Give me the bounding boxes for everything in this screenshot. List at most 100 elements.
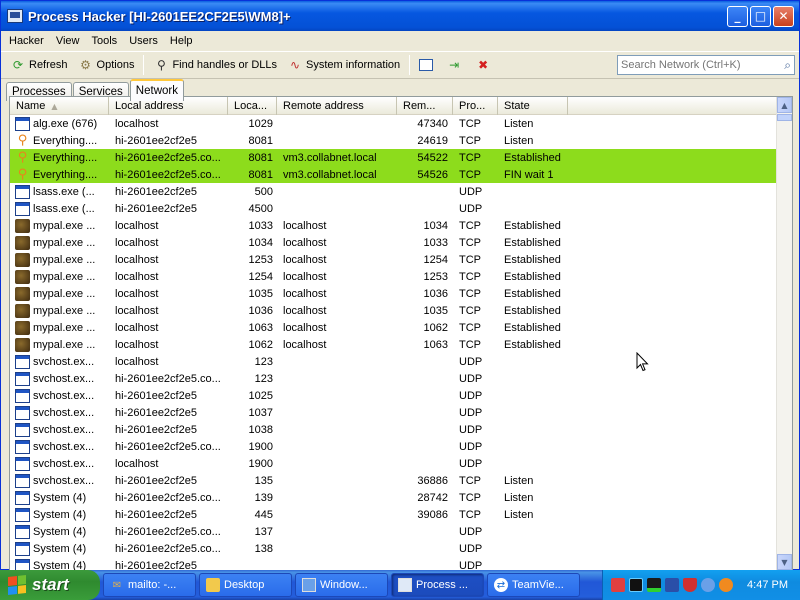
protocol-cell: TCP [459,253,481,266]
process-name: svchost.ex... [33,457,95,470]
close-button[interactable]: ✕ [773,5,794,27]
state-cell: Established [504,287,561,300]
table-row[interactable]: mypal.exe ... localhost 1063 localhost 1062 T… [10,319,777,336]
system-information-button[interactable]: ∿ System information [282,54,405,76]
table-row[interactable]: mypal.exe ... localhost 1035 localhost 1036 T… [10,285,777,302]
taskbar-item-teamviewer[interactable]: ⇄ TeamVie... [487,573,580,597]
process-name-cell: System (4) [10,557,109,570]
table-row[interactable]: System (4) hi-2601ee2cf2e5.co... 139 28742 T… [10,489,777,506]
table-row[interactable]: svchost.ex... hi-2601ee2cf2e5 1038 UDP [10,421,777,438]
table-row[interactable]: mypal.exe ... localhost 1253 localhost 1254 T… [10,251,777,268]
computer-icon [302,578,316,592]
scroll-down-icon[interactable]: ▼ [777,554,792,570]
maximize-button[interactable]: □ [750,5,771,27]
scroll-up-icon[interactable]: ▲ [777,97,792,113]
remote-port-cell: 54526 [417,168,448,181]
taskbar-item-mailto[interactable]: ✉ mailto: -... [103,573,196,597]
remote-address-cell: localhost [283,321,327,334]
table-row[interactable]: ⚲ Everything.... hi-2601ee2cf2e5.co... 8081… [10,166,777,183]
table-row[interactable]: svchost.ex... localhost 123 UDP [10,353,777,370]
protocol-cell: TCP [459,134,481,147]
tray-app-icon[interactable] [665,578,679,592]
minimize-button[interactable]: _ [727,5,748,27]
refresh-button[interactable]: ⟳ Refresh [5,54,73,76]
find-handles-button[interactable]: ⚲ Find handles or DLLs [148,54,282,76]
refresh-label: Refresh [29,59,68,71]
network-icon[interactable] [611,578,625,592]
table-row[interactable]: mypal.exe ... localhost 1254 localhost 1253 T… [10,268,777,285]
cpu-graph-icon[interactable] [647,578,661,592]
search-icon[interactable]: ⌕ [784,58,791,73]
local-port-cell: 4500 [248,202,273,215]
local-address-cell: localhost [115,355,159,368]
state-cell: FIN wait 1 [504,168,554,181]
column-header-name[interactable]: Name ▲ [10,97,109,115]
table-row[interactable]: svchost.ex... hi-2601ee2cf2e5 135 36886 TCP L… [10,472,777,489]
state-cell [498,387,578,404]
table-row[interactable]: System (4) hi-2601ee2cf2e5.co... 137 UDP [10,523,777,540]
table-row[interactable]: svchost.ex... hi-2601ee2cf2e5 1025 UDP [10,387,777,404]
protocol-cell: UDP [459,423,483,436]
remote-address-cell [277,132,397,149]
menu-help[interactable]: Help [164,35,199,47]
search-tray-icon[interactable] [719,578,733,592]
process-name: mypal.exe ... [33,236,96,249]
process-name-cell: svchost.ex... [10,455,109,472]
menu-tools[interactable]: Tools [86,35,124,47]
column-header-remote-address[interactable]: Remote address [277,97,397,115]
table-row[interactable]: svchost.ex... hi-2601ee2cf2e5.co... 1900 UD… [10,438,777,455]
gear-icon: ⚙ [80,58,91,72]
tab-network[interactable]: Network [129,79,184,101]
go-to-window-button[interactable]: ⇥ [441,54,470,76]
table-row[interactable]: System (4) hi-2601ee2cf2e5.co... 138 UDP [10,540,777,557]
options-label: Options [96,59,135,71]
table-row[interactable]: svchost.ex... localhost 1900 UDP [10,455,777,472]
clock[interactable]: 4:47 PM [747,579,788,591]
taskbar-item-desktop[interactable]: Desktop [199,573,292,597]
monitor-icon[interactable] [629,578,643,592]
table-row[interactable]: mypal.exe ... localhost 1033 localhost 1034 T… [10,217,777,234]
column-header-remote-port[interactable]: Rem... [397,97,453,115]
terminate-button[interactable]: ✖ [470,54,499,76]
table-row[interactable]: System (4) hi-2601ee2cf2e5 445 39086 TCP List… [10,506,777,523]
menu-hacker[interactable]: Hacker [3,35,50,47]
vertical-scrollbar[interactable]: ▲ ▼ [776,97,792,570]
table-row[interactable]: alg.exe (676) localhost 1029 47340 TCP Listen [10,115,777,132]
mypal-icon [15,269,30,284]
table-row[interactable]: mypal.exe ... localhost 1034 localhost 1033 T… [10,234,777,251]
table-row[interactable]: lsass.exe (... hi-2601ee2cf2e5 4500 UDP [10,200,777,217]
table-row[interactable]: ⚲ Everything.... hi-2601ee2cf2e5 8081 24619 T… [10,132,777,149]
teamviewer-tray-icon[interactable] [701,578,715,592]
state-cell: Established [504,151,561,164]
column-header-state[interactable]: State [498,97,568,115]
local-port-cell: 1254 [248,270,273,283]
table-row[interactable]: mypal.exe ... localhost 1036 localhost 1035 T… [10,302,777,319]
shield-icon[interactable] [683,578,697,592]
start-button[interactable]: start [0,570,100,600]
options-button[interactable]: ⚙ Options [73,54,140,76]
remote-address-cell [277,540,397,557]
search-input[interactable] [621,59,771,71]
process-name-cell: System (4) [10,506,109,523]
protocol-cell: UDP [459,542,483,555]
table-row[interactable]: lsass.exe (... hi-2601ee2cf2e5 500 UDP [10,183,777,200]
taskbar-item-windows[interactable]: Window... [295,573,388,597]
column-header-local-port[interactable]: Loca... [228,97,277,115]
table-row[interactable]: System (4) hi-2601ee2cf2e5 UDP [10,557,777,570]
process-name-cell: System (4) [10,489,109,506]
menu-view[interactable]: View [50,35,86,47]
table-row[interactable]: svchost.ex... hi-2601ee2cf2e5.co... 123 UDP [10,370,777,387]
scroll-thumb[interactable] [777,114,792,121]
window-options-button[interactable] [414,54,441,76]
protocol-cell: TCP [459,338,481,351]
column-header-protocol[interactable]: Pro... [453,97,498,115]
local-port-cell: 500 [254,185,273,198]
taskbar-item-process-hacker[interactable]: Process ... [391,573,484,597]
table-row[interactable]: svchost.ex... hi-2601ee2cf2e5 1037 UDP [10,404,777,421]
remote-address-cell [277,200,397,217]
title-bar[interactable]: Process Hacker [HI-2601EE2CF2E5\WM8]+ _ … [1,1,799,31]
menu-users[interactable]: Users [123,35,164,47]
search-box[interactable]: ⌕ [617,55,795,75]
table-row[interactable]: mypal.exe ... localhost 1062 localhost 1063 T… [10,336,777,353]
table-row[interactable]: ⚲ Everything.... hi-2601ee2cf2e5.co... 8081… [10,149,777,166]
